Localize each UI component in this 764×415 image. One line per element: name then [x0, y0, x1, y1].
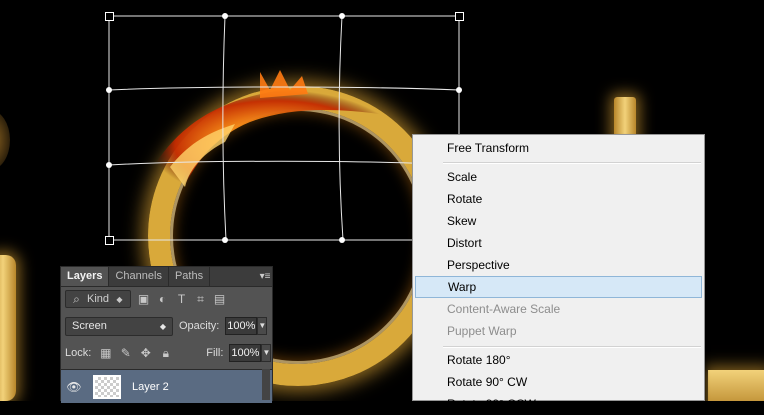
panel-tabs: Layers Channels Paths ▾≡ [61, 267, 272, 287]
eye-icon[interactable]: 👁︎ [61, 380, 87, 394]
opacity-field[interactable]: 100% [225, 317, 258, 335]
chevron-updown-icon: ◆ [159, 321, 166, 331]
menu-item-puppet-warp: Puppet Warp [447, 324, 517, 338]
filter-kind-select[interactable]: ⌕ Kind ◆ [65, 290, 131, 308]
layers-scrollbar[interactable] [262, 369, 270, 400]
warp-corner-handle[interactable] [105, 236, 114, 245]
opacity-dropdown-button[interactable]: ▼ [257, 317, 268, 335]
layer-row[interactable]: 👁︎ Layer 2 [61, 369, 272, 403]
layers-panel: Layers Channels Paths ▾≡ ⌕ Kind ◆ ▣ ◐ T … [60, 266, 274, 403]
tab-paths[interactable]: Paths [169, 267, 211, 286]
gold-letter-left [0, 255, 16, 401]
warp-control-handle[interactable] [222, 13, 228, 19]
menu-separator [443, 162, 701, 164]
lock-transparent-icon[interactable]: ▦ [99, 346, 112, 360]
filter-kind-label: Kind [86, 293, 110, 305]
menu-item-content-aware-scale: Content-Aware Scale [447, 302, 561, 316]
blend-row: Screen ◆ Opacity: 100% ▼ [65, 316, 274, 336]
warp-corner-handle[interactable] [105, 12, 114, 21]
gold-glow [0, 110, 10, 170]
warp-control-handle[interactable] [339, 237, 345, 243]
type-filter-icon[interactable]: T [175, 292, 188, 306]
chevron-updown-icon: ◆ [116, 294, 123, 304]
opacity-label: Opacity: [179, 320, 220, 332]
blend-mode-value: Screen [72, 320, 107, 332]
warp-control-handle[interactable] [106, 162, 112, 168]
transform-context-menu: Free Transform Scale Rotate Skew Distort… [412, 134, 705, 411]
gold-letter-right [708, 370, 764, 401]
menu-item-skew[interactable]: Skew [415, 210, 702, 232]
tab-channels[interactable]: Channels [109, 267, 169, 286]
lock-pixels-icon[interactable]: ✎ [119, 346, 132, 360]
menu-item-warp[interactable]: Warp [415, 276, 702, 298]
fire-texture [150, 70, 402, 202]
menu-item-free-transform[interactable]: Free Transform [415, 137, 702, 159]
layer-filter-row: ⌕ Kind ◆ ▣ ◐ T ⌗ ▤ [65, 289, 270, 309]
warp-control-handle[interactable] [339, 13, 345, 19]
menu-item-rotate-180[interactable]: Rotate 180° [415, 349, 702, 371]
warp-control-handle[interactable] [456, 87, 462, 93]
layer-name: Layer 2 [132, 380, 169, 393]
menu-item-perspective[interactable]: Perspective [415, 254, 702, 276]
menu-item-rotate-90-cw[interactable]: Rotate 90° CW [415, 371, 702, 393]
blend-mode-select[interactable]: Screen ◆ [65, 316, 173, 336]
lock-row: Lock: ▦ ✎ ✥ 🔒︎ Fill: 100% ▼ [65, 343, 274, 363]
warp-control-handle[interactable] [106, 87, 112, 93]
layer-thumbnail [93, 374, 121, 399]
warp-corner-handle[interactable] [455, 12, 464, 21]
search-icon: ⌕ [73, 291, 80, 306]
fill-label: Fill: [206, 347, 224, 359]
adjustment-filter-icon[interactable]: ◐ [156, 292, 169, 306]
menu-item-distort[interactable]: Distort [415, 232, 702, 254]
lock-all-icon[interactable]: 🔒︎ [159, 346, 172, 360]
shape-filter-icon[interactable]: ⌗ [194, 292, 207, 306]
panel-menu-icon[interactable]: ▾≡ [258, 267, 272, 286]
menu-separator [443, 346, 701, 348]
tab-layers[interactable]: Layers [61, 267, 110, 286]
smart-object-filter-icon[interactable]: ▤ [213, 292, 226, 306]
menu-item-rotate-90-ccw[interactable]: Rotate 90° CCW [415, 393, 702, 415]
lock-label: Lock: [65, 347, 92, 359]
fill-dropdown-button[interactable]: ▼ [261, 344, 272, 362]
lock-position-icon[interactable]: ✥ [139, 346, 152, 360]
menu-item-scale[interactable]: Scale [415, 166, 702, 188]
fill-field[interactable]: 100% [229, 344, 262, 362]
menu-item-rotate[interactable]: Rotate [415, 188, 702, 210]
warp-control-handle[interactable] [222, 237, 228, 243]
image-filter-icon[interactable]: ▣ [137, 292, 150, 306]
